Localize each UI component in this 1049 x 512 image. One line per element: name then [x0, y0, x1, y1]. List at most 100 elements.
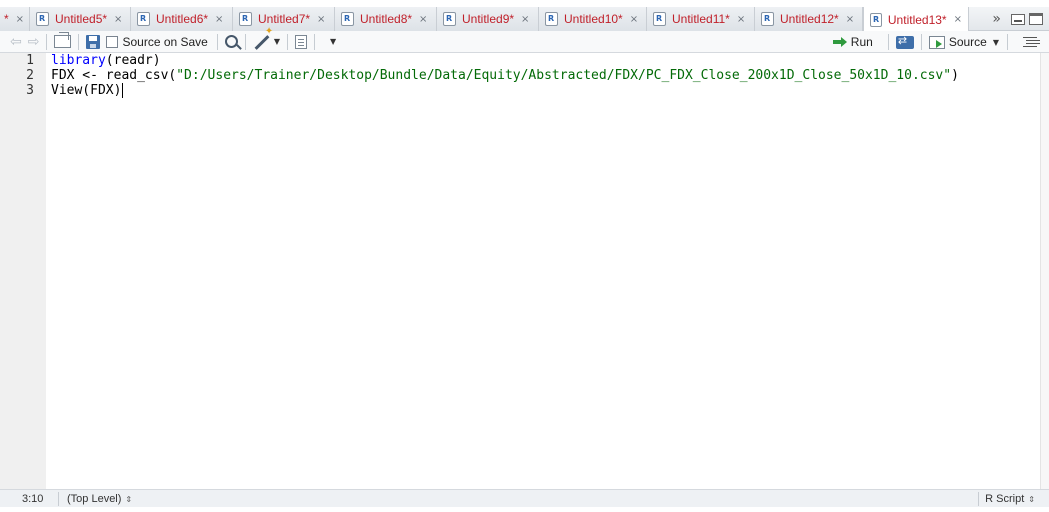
tab-label: Untitled11* [672, 12, 730, 26]
document-outline-icon[interactable] [1023, 37, 1037, 47]
r-file-icon [870, 12, 882, 27]
source-icon [928, 35, 945, 49]
code-line[interactable]: 1 library(readr) [0, 53, 1040, 68]
save-icon[interactable] [86, 34, 101, 49]
chevron-down-icon[interactable]: ▼ [993, 38, 999, 47]
tab-label: Untitled13* [887, 12, 947, 27]
r-file-icon [443, 12, 456, 26]
toolbar-divider [78, 33, 80, 50]
close-icon[interactable]: × [846, 14, 854, 25]
code-line[interactable]: 3 View(FDX) [0, 83, 1040, 98]
toolbar-divider [216, 33, 218, 50]
editor-status-bar: 3:10 (Top Level) ⇕ R Script ⇕ [0, 489, 1049, 507]
r-file-icon [239, 12, 252, 26]
toolbar-divider [46, 33, 48, 50]
tab-partial[interactable]: * × [0, 7, 30, 31]
r-file-icon [653, 12, 666, 26]
close-icon[interactable]: × [954, 14, 962, 25]
status-divider [58, 492, 59, 506]
magic-wand-icon [254, 34, 270, 50]
tab-untitled9[interactable]: Untitled9* × [437, 7, 539, 31]
run-arrow-icon [832, 37, 847, 47]
run-button[interactable]: Run [832, 32, 873, 52]
source-on-save-toggle[interactable]: Source on Save [100, 32, 208, 52]
close-icon[interactable]: × [630, 14, 638, 25]
tab-untitled7[interactable]: Untitled7* × [233, 7, 335, 31]
more-tabs-icon[interactable]: » [992, 11, 1001, 27]
rerun-icon[interactable] [895, 34, 914, 49]
cursor-position: 3:10 [22, 492, 44, 505]
tab-label: Untitled12* [780, 12, 839, 26]
forward-arrow-icon[interactable]: ⇨ [28, 34, 40, 50]
line-number-gutter [0, 53, 46, 489]
close-icon[interactable]: × [114, 14, 122, 25]
close-icon[interactable]: × [521, 14, 529, 25]
toolbar-divider [287, 33, 289, 50]
run-label: Run [850, 35, 873, 49]
back-arrow-icon[interactable]: ⇦ [10, 34, 22, 50]
top-spacer [0, 0, 1049, 7]
toolbar-divider [1007, 34, 1008, 50]
updown-icon: ⇕ [1028, 494, 1035, 504]
code-text: View(FDX) [51, 83, 124, 98]
line-number: 2 [26, 68, 34, 83]
tab-untitled5[interactable]: Untitled5* × [30, 7, 131, 31]
close-icon[interactable]: × [317, 14, 325, 25]
sparkle-icon: ✦ [264, 25, 274, 37]
maximize-pane-icon[interactable] [1029, 13, 1043, 25]
file-type-selector[interactable]: R Script ⇕ [985, 493, 1035, 505]
tab-label: Untitled7* [258, 12, 311, 26]
updown-icon: ⇕ [125, 494, 133, 504]
tab-untitled13[interactable]: Untitled13* × [863, 7, 969, 32]
source-on-save-checkbox[interactable] [106, 35, 119, 48]
scope-label: (Top Level) [67, 492, 122, 505]
status-divider [978, 492, 979, 506]
code-line[interactable]: 2 FDX <- read_csv("D:/Users/Trainer/Desk… [0, 68, 1040, 83]
source-button[interactable]: Source ▼ [928, 32, 999, 52]
tab-untitled8[interactable]: Untitled8* × [335, 7, 437, 31]
compile-report-icon[interactable] [295, 34, 308, 49]
r-file-icon [36, 12, 49, 26]
tab-label: Untitled6* [156, 12, 209, 26]
tab-label: Untitled8* [360, 12, 413, 26]
tab-untitled12[interactable]: Untitled12* × [755, 7, 863, 31]
r-file-icon [137, 12, 150, 26]
vertical-scrollbar[interactable] [1040, 53, 1049, 489]
code-editor[interactable]: 1 library(readr) 2 FDX <- read_csv("D:/U… [0, 53, 1049, 489]
source-tab-bar: * × Untitled5* × Untitled6* × Untitled7*… [0, 0, 1049, 32]
line-number: 1 [26, 53, 34, 68]
tab-label: Untitled5* [55, 12, 108, 26]
minimize-pane-icon[interactable] [1011, 13, 1025, 25]
toolbar-divider [920, 34, 922, 50]
search-icon[interactable] [224, 35, 238, 48]
code-text: library(readr) [51, 53, 161, 68]
close-icon[interactable]: × [16, 14, 24, 25]
file-type-label: R Script [985, 492, 1025, 505]
toolbar-divider [244, 33, 246, 50]
tab-untitled11[interactable]: Untitled11* × [647, 7, 755, 31]
toolbar-divider [887, 34, 889, 50]
tab-controls: » [992, 7, 1049, 31]
toolbar-divider [314, 33, 316, 50]
chevron-down-icon[interactable]: ▼ [330, 37, 336, 46]
tab-untitled6[interactable]: Untitled6* × [131, 7, 233, 31]
bottom-edge [0, 507, 1049, 512]
code-string: "D:/Users/Trainer/Desktop/Bundle/Data/Eq… [176, 68, 952, 83]
close-icon[interactable]: × [737, 14, 745, 25]
source-label: Source [948, 35, 987, 49]
text-cursor [122, 83, 124, 98]
r-file-icon [761, 12, 774, 26]
source-on-save-label: Source on Save [122, 34, 208, 49]
scope-selector[interactable]: (Top Level) ⇕ [67, 493, 132, 505]
tab-untitled10[interactable]: Untitled10* × [539, 7, 647, 31]
show-in-new-window-icon[interactable] [54, 32, 72, 48]
chevron-down-icon: ▼ [273, 37, 281, 46]
r-file-icon [341, 12, 354, 26]
close-icon[interactable]: × [215, 14, 223, 25]
close-icon[interactable]: × [419, 14, 427, 25]
r-file-icon [545, 12, 558, 26]
tab-label: * [4, 12, 9, 26]
editor-toolbar: ⇦ ⇨ Source on Save ✦ ▼ ▼ Run Source ▼ [0, 26, 1049, 53]
code-tools-menu[interactable]: ✦ ▼ [253, 26, 281, 52]
tab-label: Untitled10* [564, 12, 623, 26]
